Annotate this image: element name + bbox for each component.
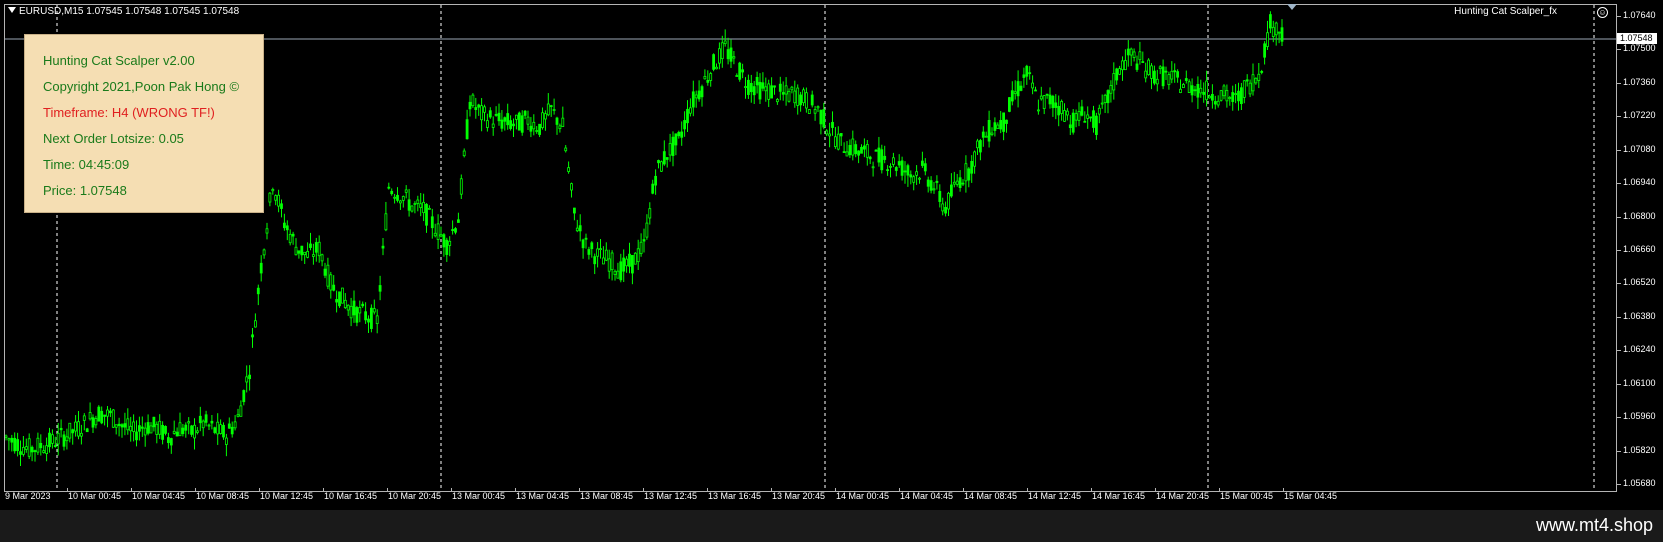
timeframe-warning: Timeframe: H4 (WRONG TF!) [43,105,215,120]
time-axis-label: 9 Mar 2023 [4,488,51,501]
time-axis-label: 13 Mar 04:45 [514,488,570,501]
time-axis-label: 14 Mar 16:45 [1090,488,1146,501]
time-axis-label: 14 Mar 04:45 [898,488,954,501]
expert-name: Hunting Cat Scalper_fx [1454,6,1557,17]
current-price-label: 1.07548 [1617,33,1657,44]
time-axis-label: 10 Mar 12:45 [258,488,314,501]
time-axis-label: 14 Mar 20:45 [1154,488,1210,501]
time-axis-label: 13 Mar 12:45 [642,488,698,501]
price-axis-label: 1.06100 [1617,378,1663,388]
time-axis-label: 13 Mar 20:45 [770,488,826,501]
shift-marker-icon[interactable] [1287,4,1297,10]
time-axis-label: 14 Mar 00:45 [834,488,890,501]
time-axis-label: 10 Mar 04:45 [130,488,186,501]
symbol-title-text: EURUSD,M15 1.07545 1.07548 1.07545 1.075… [19,6,240,17]
time-axis-label: 10 Mar 16:45 [322,488,378,501]
price-axis-label: 1.05680 [1617,478,1663,488]
caret-down-icon[interactable] [8,7,16,13]
lotsize-text: Next Order Lotsize: 0.05 [43,131,184,146]
info-panel: Hunting Cat Scalper v2.00 Copyright 2021… [24,34,264,213]
time-text: Time: 04:45:09 [43,157,130,172]
time-axis-label: 10 Mar 00:45 [66,488,122,501]
time-axis-label: 10 Mar 08:45 [194,488,250,501]
time-axis-label: 10 Mar 20:45 [386,488,442,501]
copyright-text: Copyright 2021,Poon Pak Hong © [43,79,240,94]
price-axis-label: 1.07080 [1617,144,1663,154]
price-axis-label: 1.07640 [1617,10,1663,20]
price-axis-label: 1.06240 [1617,344,1663,354]
chart-window[interactable]: EURUSD,M15 1.07545 1.07548 1.07545 1.075… [0,0,1663,510]
price-axis-label: 1.06800 [1617,211,1663,221]
price-axis-label: 1.07500 [1617,43,1663,53]
price-axis-label: 1.06940 [1617,177,1663,187]
price-axis-label: 1.06380 [1617,311,1663,321]
price-axis-label: 1.06520 [1617,277,1663,287]
time-axis-label: 13 Mar 08:45 [578,488,634,501]
time-axis-label: 15 Mar 04:45 [1282,488,1338,501]
price-text: Price: 1.07548 [43,183,127,198]
brand-watermark: www.mt4.shop [1535,515,1653,535]
price-axis-label: 1.05820 [1617,445,1663,455]
time-axis-label: 15 Mar 00:45 [1218,488,1274,501]
ea-title: Hunting Cat Scalper v2.00 [43,53,195,68]
symbol-title: EURUSD,M15 1.07545 1.07548 1.07545 1.075… [8,6,239,17]
time-axis-label: 13 Mar 00:45 [450,488,506,501]
price-axis-label: 1.07220 [1617,110,1663,120]
time-axis-label: 13 Mar 16:45 [706,488,762,501]
price-axis-label: 1.07360 [1617,77,1663,87]
time-axis-label: 14 Mar 08:45 [962,488,1018,501]
time-axis-label: 14 Mar 12:45 [1026,488,1082,501]
smiley-icon[interactable]: ☺ [1597,7,1608,18]
price-axis-label: 1.05960 [1617,411,1663,421]
footer-bar: www.mt4.shop [0,510,1663,542]
price-axis-label: 1.06660 [1617,244,1663,254]
